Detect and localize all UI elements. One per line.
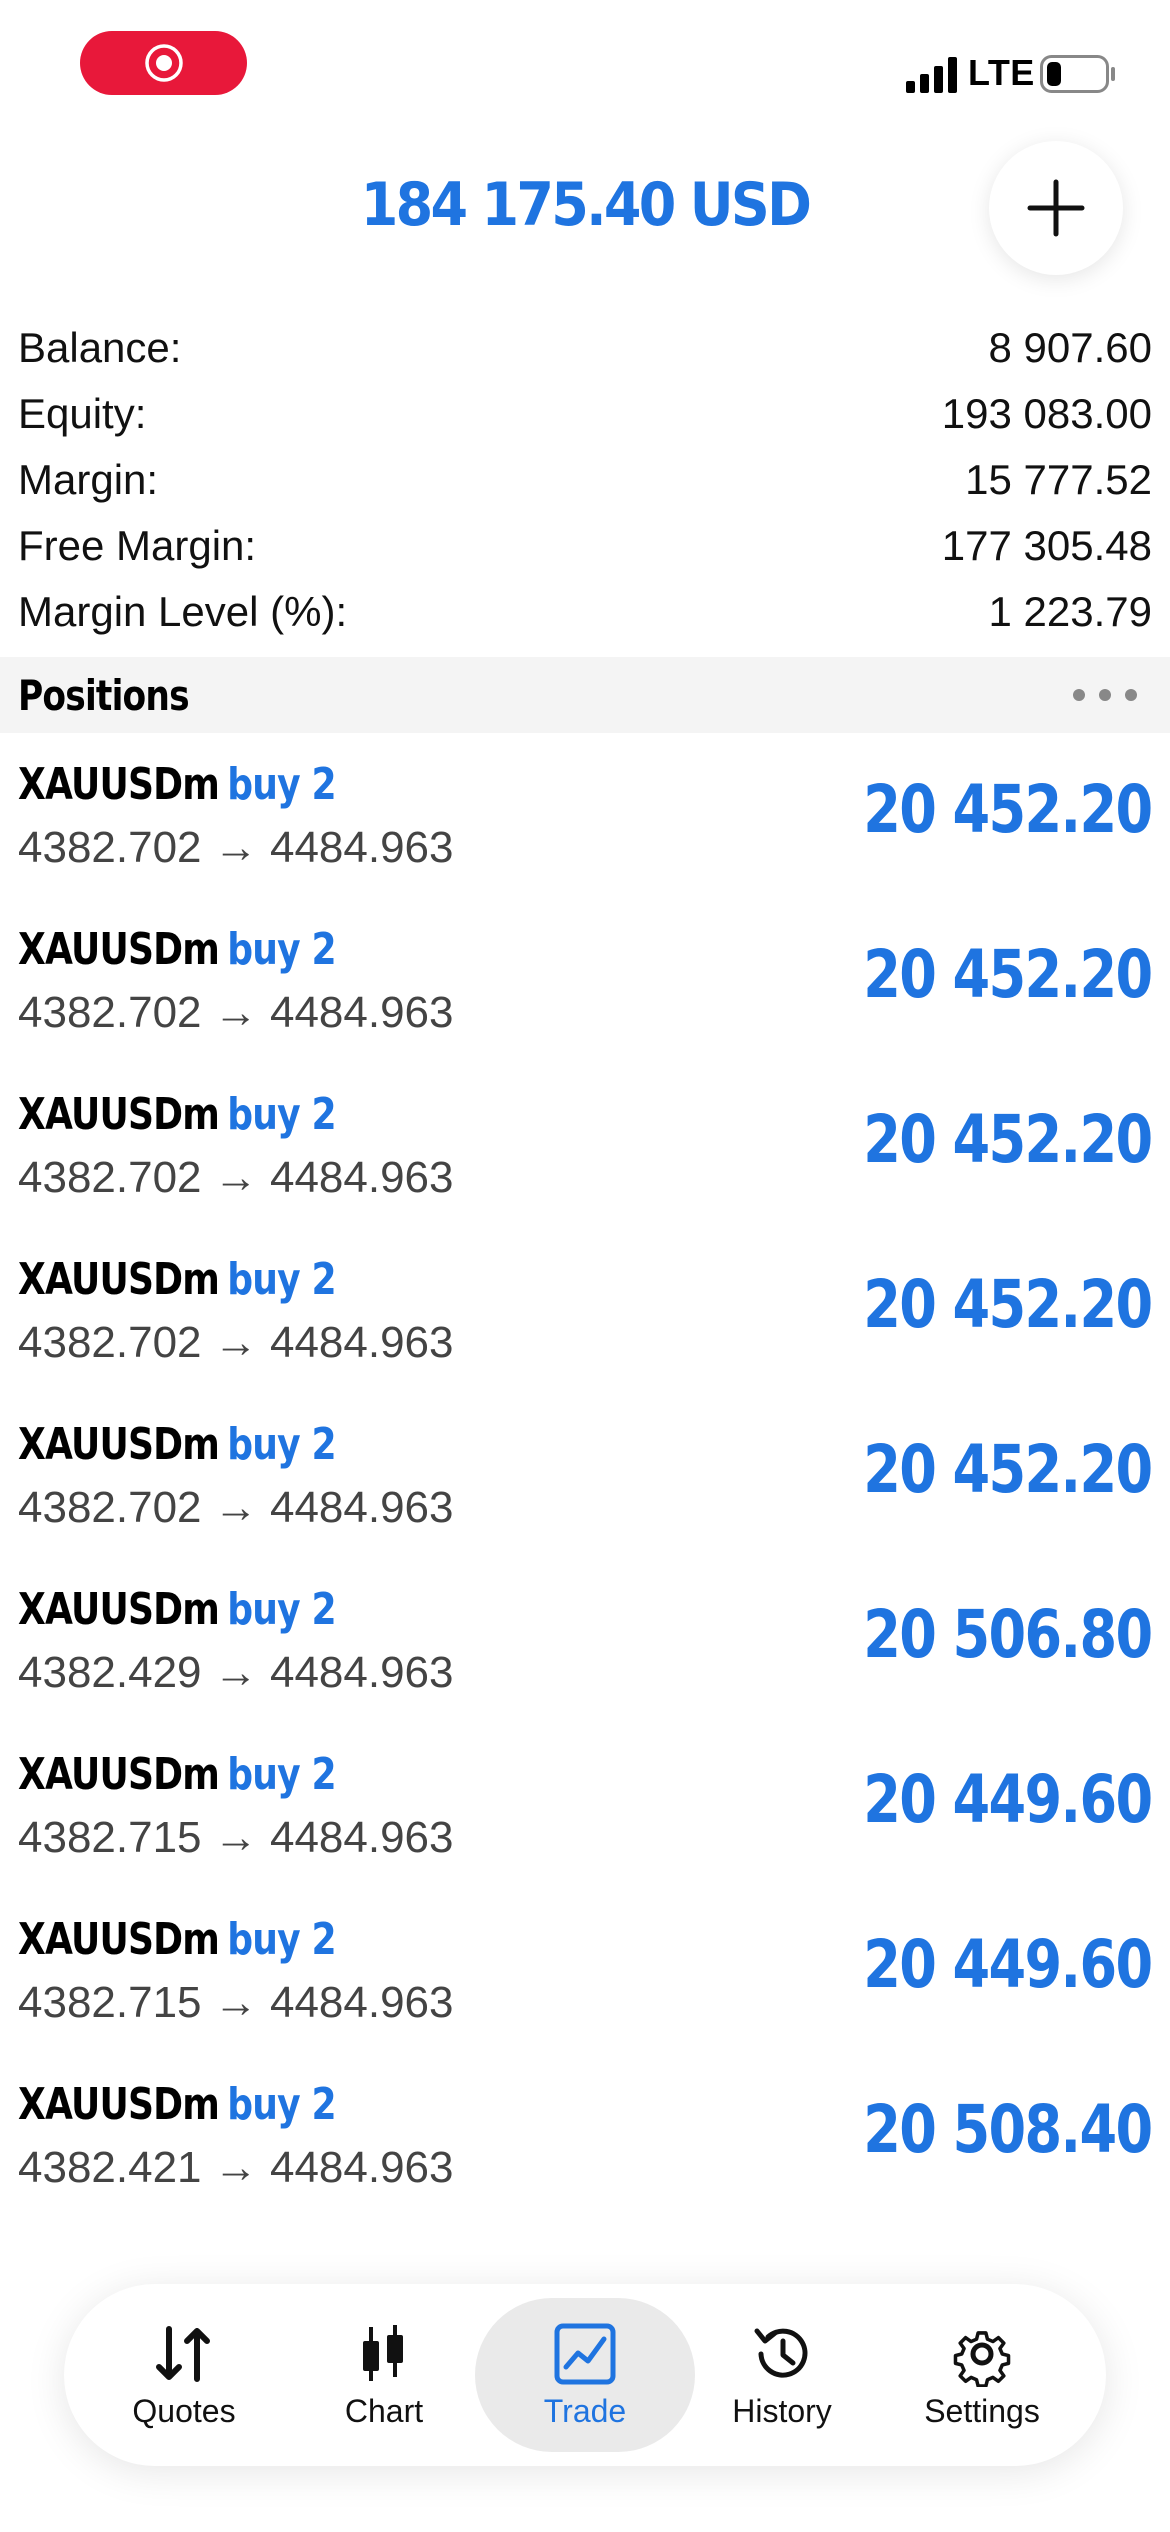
section-title: Positions <box>18 670 190 720</box>
position-prices: 4382.702 → 4484.963 <box>18 823 454 872</box>
position-row[interactable]: XAUUSDm buy 2 4382.702 → 4484.963 20 452.20 <box>0 1063 1170 1228</box>
position-symbol: XAUUSDm <box>18 759 220 810</box>
chart-icon <box>363 2324 403 2381</box>
summary-label: Margin: <box>18 456 159 503</box>
position-profit: 20 449.60 <box>863 1761 1154 1838</box>
position-profit: 20 506.80 <box>863 1596 1154 1673</box>
positions-list: XAUUSDm buy 2 4382.702 → 4484.963 20 452.20… <box>0 733 1170 2218</box>
tab-label: Trade <box>543 2392 627 2429</box>
summary-row: Margin Level (%): 1 223.79 <box>0 579 1170 645</box>
position-symbol: XAUUSDm <box>18 1089 220 1140</box>
more-options-icon[interactable] <box>1072 688 1138 702</box>
position-row[interactable]: XAUUSDm buy 2 4382.702 → 4484.963 20 452.20 <box>0 733 1170 898</box>
tab-trade[interactable]: Trade <box>475 2298 695 2452</box>
position-prices: 4382.429 → 4484.963 <box>18 1648 454 1697</box>
position-prices: 4382.715 → 4484.963 <box>18 1978 454 2027</box>
status-bar: LTE <box>0 0 1170 130</box>
summary-value: 1 223.79 <box>988 588 1153 635</box>
position-title: XAUUSDm buy 2 <box>18 1584 337 1635</box>
record-icon <box>144 44 183 82</box>
position-side: buy 2 <box>227 1419 336 1470</box>
positions-header: Positions <box>0 657 1170 733</box>
position-prices: 4382.702 → 4484.963 <box>18 1153 454 1202</box>
position-title: XAUUSDm buy 2 <box>18 1419 337 1470</box>
tab-settings[interactable]: Settings <box>872 2298 1092 2452</box>
position-row[interactable]: XAUUSDm buy 2 4382.429 → 4484.963 20 506.80 <box>0 1558 1170 1723</box>
position-symbol: XAUUSDm <box>18 2079 220 2130</box>
position-title: XAUUSDm buy 2 <box>18 1749 337 1800</box>
position-side: buy 2 <box>227 1749 336 1800</box>
summary-label: Balance: <box>18 324 182 371</box>
position-title: XAUUSDm buy 2 <box>18 1254 337 1305</box>
position-row[interactable]: XAUUSDm buy 2 4382.702 → 4484.963 20 452.20 <box>0 898 1170 1063</box>
position-prices: 4382.702 → 4484.963 <box>18 1318 454 1367</box>
settings-icon <box>953 2330 1011 2387</box>
account-total: 184 175.40 USD <box>360 170 812 240</box>
tab-bar: Quotes Chart Trade History Settings <box>64 2284 1106 2466</box>
position-symbol: XAUUSDm <box>18 1749 220 1800</box>
position-title: XAUUSDm buy 2 <box>18 924 337 975</box>
battery-icon <box>1040 55 1115 93</box>
signal-icon <box>906 57 957 93</box>
position-symbol: XAUUSDm <box>18 1419 220 1470</box>
tab-label: History <box>732 2392 832 2429</box>
summary-label: Equity: <box>18 390 147 437</box>
tab-chart[interactable]: Chart <box>274 2298 494 2452</box>
position-side: buy 2 <box>227 924 336 975</box>
tab-label: Settings <box>924 2392 1040 2429</box>
position-row[interactable]: XAUUSDm buy 2 4382.715 → 4484.963 20 449.60 <box>0 1888 1170 2053</box>
position-row[interactable]: XAUUSDm buy 2 4382.421 → 4484.963 20 508.40 <box>0 2053 1170 2218</box>
position-prices: 4382.715 → 4484.963 <box>18 1813 454 1862</box>
network-type: LTE <box>968 52 1035 93</box>
account-summary: Balance: 8 907.60 Equity: 193 083.00 Margin:… <box>0 315 1170 645</box>
tab-label: Chart <box>344 2392 424 2429</box>
summary-label: Margin Level (%): <box>18 588 348 635</box>
history-icon <box>754 2328 808 2378</box>
tab-history[interactable]: History <box>672 2298 892 2452</box>
summary-value: 8 907.60 <box>988 324 1153 371</box>
summary-row: Free Margin: 177 305.48 <box>0 513 1170 579</box>
summary-row: Balance: 8 907.60 <box>0 315 1170 381</box>
position-profit: 20 452.20 <box>863 1101 1154 1178</box>
position-prices: 4382.421 → 4484.963 <box>18 2143 454 2192</box>
position-title: XAUUSDm buy 2 <box>18 1914 337 1965</box>
position-symbol: XAUUSDm <box>18 1914 220 1965</box>
tab-quotes[interactable]: Quotes <box>74 2298 294 2452</box>
position-prices: 4382.702 → 4484.963 <box>18 988 454 1037</box>
position-title: XAUUSDm buy 2 <box>18 1089 337 1140</box>
position-symbol: XAUUSDm <box>18 1584 220 1635</box>
position-title: XAUUSDm buy 2 <box>18 2079 337 2130</box>
position-side: buy 2 <box>227 1914 336 1965</box>
quotes-icon <box>156 2325 210 2382</box>
position-row[interactable]: XAUUSDm buy 2 4382.702 → 4484.963 20 452.20 <box>0 1393 1170 1558</box>
tab-label: Quotes <box>132 2392 236 2429</box>
position-profit: 20 452.20 <box>863 1266 1154 1343</box>
position-title: XAUUSDm buy 2 <box>18 759 337 810</box>
position-profit: 20 452.20 <box>863 936 1154 1013</box>
summary-row: Margin: 15 777.52 <box>0 447 1170 513</box>
position-symbol: XAUUSDm <box>18 1254 220 1305</box>
screen-recording-indicator[interactable] <box>80 31 247 95</box>
summary-value: 15 777.52 <box>965 456 1152 503</box>
position-prices: 4382.702 → 4484.963 <box>18 1483 454 1532</box>
summary-value: 193 083.00 <box>941 390 1152 437</box>
summary-label: Free Margin: <box>18 522 257 569</box>
position-side: buy 2 <box>227 759 336 810</box>
plus-icon <box>1027 179 1085 237</box>
position-row[interactable]: XAUUSDm buy 2 4382.715 → 4484.963 20 449.60 <box>0 1723 1170 1888</box>
position-symbol: XAUUSDm <box>18 924 220 975</box>
position-side: buy 2 <box>227 1584 336 1635</box>
position-profit: 20 452.20 <box>863 1431 1154 1508</box>
position-side: buy 2 <box>227 2079 336 2130</box>
summary-value: 177 305.48 <box>941 522 1152 569</box>
position-side: buy 2 <box>227 1089 336 1140</box>
position-profit: 20 449.60 <box>863 1926 1154 2003</box>
position-profit: 20 508.40 <box>863 2091 1154 2168</box>
position-side: buy 2 <box>227 1254 336 1305</box>
trade-icon <box>554 2323 616 2384</box>
summary-row: Equity: 193 083.00 <box>0 381 1170 447</box>
position-profit: 20 452.20 <box>863 771 1154 848</box>
add-order-button[interactable] <box>989 141 1123 275</box>
position-row[interactable]: XAUUSDm buy 2 4382.702 → 4484.963 20 452.20 <box>0 1228 1170 1393</box>
